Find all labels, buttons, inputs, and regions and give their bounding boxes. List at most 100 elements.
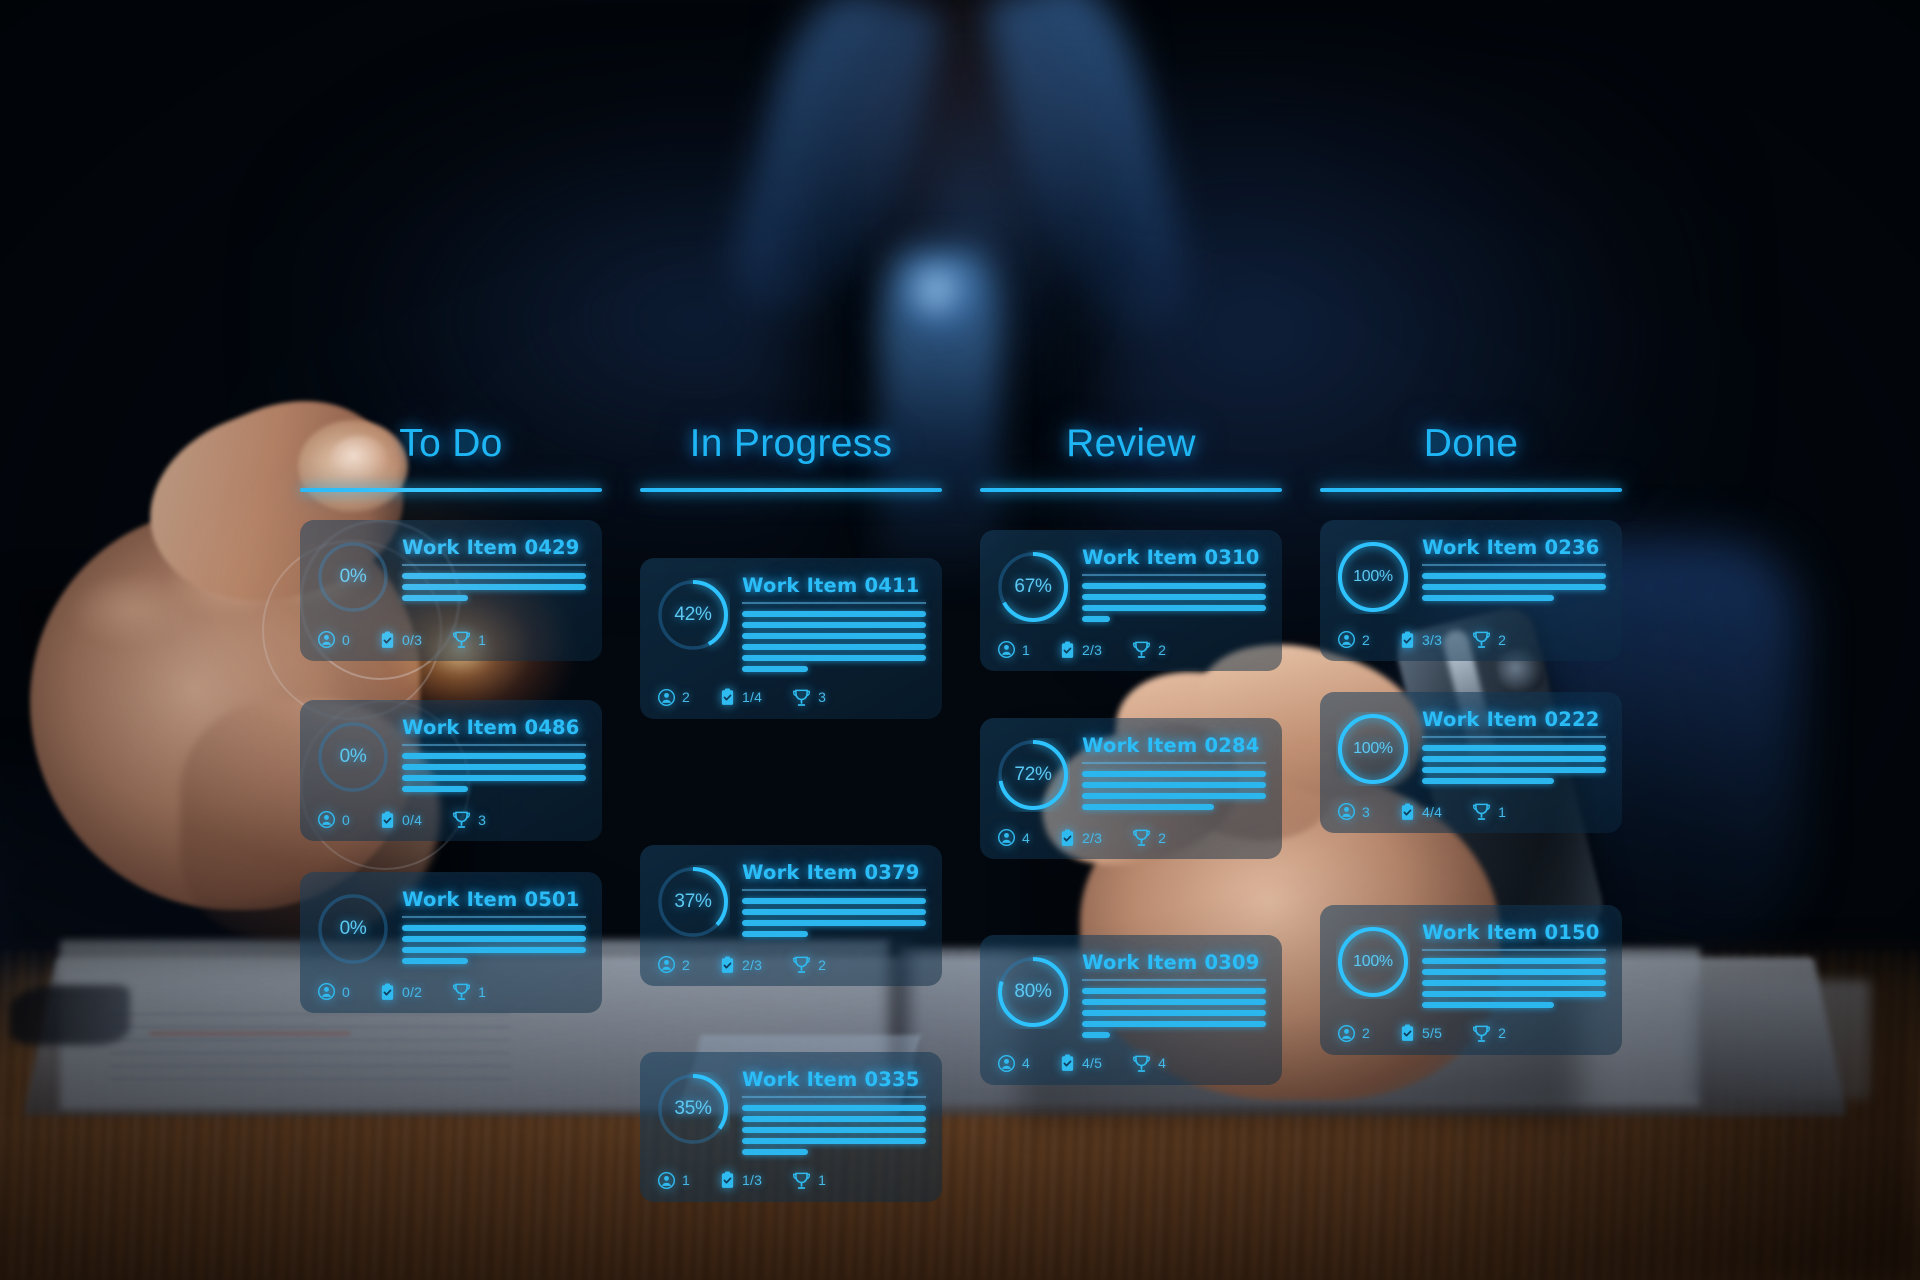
meta-assignee-count[interactable]: 0	[318, 631, 350, 648]
card-main: Work Item 0310	[1082, 546, 1266, 622]
meta-award-count[interactable]: 1	[1472, 802, 1506, 821]
user-icon	[1338, 631, 1355, 648]
column-header-in-progress[interactable]: In Progress	[640, 420, 942, 500]
description-line	[1082, 770, 1266, 777]
meta-checklist-count[interactable]: 2/3	[1060, 828, 1102, 847]
work-item-card[interactable]: 0% Work Item 0501 0 0/2 1	[300, 872, 602, 1013]
trophy-icon	[792, 1171, 811, 1190]
work-item-card[interactable]: 35% Work Item 0335 1 1/3 1	[640, 1052, 942, 1202]
work-item-card[interactable]: 72% Work Item 0284 4 2/3 2	[980, 718, 1282, 859]
meta-assignee-count[interactable]: 0	[318, 811, 350, 828]
card-description-lines	[1422, 744, 1606, 784]
meta-award-count[interactable]: 2	[1132, 828, 1166, 847]
description-line	[1082, 1009, 1266, 1016]
description-line	[742, 610, 926, 617]
meta-checklist-count[interactable]: 1/3	[720, 1171, 762, 1189]
meta-award-count[interactable]: 2	[1472, 1024, 1506, 1043]
meta-assignee-count[interactable]: 4	[998, 829, 1030, 846]
assignee-count-value: 2	[1362, 631, 1370, 648]
description-line	[1082, 987, 1266, 994]
card-meta-row: 3 4/4 1	[1336, 802, 1606, 821]
column-header-review[interactable]: Review	[980, 420, 1282, 500]
card-body: 42% Work Item 0411	[656, 574, 926, 672]
meta-checklist-count[interactable]: 4/4	[1400, 802, 1443, 821]
card-main: Work Item 0379	[742, 861, 926, 937]
description-line	[1422, 990, 1606, 997]
work-item-card[interactable]: 37% Work Item 0379 2 2/3 2	[640, 845, 942, 986]
meta-award-count[interactable]: 2	[1472, 630, 1506, 649]
work-item-card[interactable]: 42% Work Item 0411 2 1/4 3	[640, 558, 942, 719]
description-line	[402, 935, 586, 942]
meta-assignee-count[interactable]: 0	[318, 983, 350, 1000]
card-main: Work Item 0411	[742, 574, 926, 672]
progress-ring: 100%	[1336, 540, 1410, 614]
work-item-card[interactable]: 0% Work Item 0429 0 0/3 1	[300, 520, 602, 661]
description-line	[742, 1104, 926, 1111]
column-header-todo[interactable]: To Do	[300, 420, 602, 500]
meta-checklist-count[interactable]: 1/4	[720, 688, 762, 706]
work-item-card[interactable]: 100% Work Item 0236 2 3/3 2	[1320, 520, 1622, 661]
meta-assignee-count[interactable]: 2	[658, 688, 690, 706]
meta-assignee-count[interactable]: 2	[1338, 1024, 1370, 1042]
progress-percent-label: 72%	[1014, 764, 1052, 785]
checklist-count-value: 0/4	[402, 811, 423, 828]
meta-assignee-count[interactable]: 4	[998, 1054, 1030, 1072]
trophy-icon	[792, 955, 811, 974]
work-item-card[interactable]: 100% Work Item 0150 2 5/5 2	[1320, 905, 1622, 1055]
card-main: Work Item 0501	[402, 888, 586, 964]
card-title-underline	[742, 1096, 926, 1098]
meta-award-count[interactable]: 1	[452, 630, 486, 649]
checklist-count-value: 4/4	[1422, 803, 1443, 820]
award-count-value: 2	[1498, 1025, 1507, 1041]
card-title-underline	[402, 744, 586, 746]
description-line	[1422, 755, 1606, 762]
meta-award-count[interactable]: 2	[1132, 640, 1166, 659]
description-line	[742, 632, 926, 639]
checklist-count-value: 0/2	[402, 983, 423, 1000]
meta-checklist-count[interactable]: 5/5	[1400, 1024, 1442, 1042]
column-title: Done	[1423, 422, 1519, 465]
meta-checklist-count[interactable]: 2/3	[720, 955, 762, 974]
assignee-count-value: 2	[682, 689, 690, 705]
meta-checklist-count[interactable]: 0/3	[380, 630, 422, 649]
meta-award-count[interactable]: 1	[792, 1171, 826, 1190]
meta-checklist-count[interactable]: 0/2	[380, 982, 423, 1001]
progress-ring: 100%	[1336, 712, 1410, 786]
column-header-done[interactable]: Done	[1320, 420, 1622, 500]
meta-assignee-count[interactable]: 2	[1338, 631, 1370, 648]
card-main: Work Item 0335	[742, 1068, 926, 1155]
work-item-card[interactable]: 100% Work Item 0222 3 4/4 1	[1320, 692, 1622, 833]
trophy-icon	[452, 810, 471, 829]
meta-award-count[interactable]: 4	[1132, 1054, 1166, 1073]
meta-checklist-count[interactable]: 3/3	[1400, 630, 1442, 649]
card-description-lines	[1082, 770, 1266, 810]
user-icon	[1338, 803, 1355, 820]
work-item-card[interactable]: 80% Work Item 0309 4 4/5 4	[980, 935, 1282, 1085]
card-description-lines	[402, 752, 586, 792]
card-body: 100% Work Item 0150	[1336, 921, 1606, 1008]
description-line	[402, 752, 586, 759]
meta-award-count[interactable]: 3	[792, 688, 826, 707]
card-body: 0% Work Item 0486	[316, 716, 586, 794]
work-item-card[interactable]: 0% Work Item 0486 0 0/4 3	[300, 700, 602, 841]
card-title: Work Item 0411	[742, 574, 920, 597]
meta-checklist-count[interactable]: 4/5	[1060, 1054, 1102, 1072]
description-line	[1422, 572, 1606, 579]
award-count-value: 1	[818, 1172, 827, 1188]
meta-assignee-count[interactable]: 1	[998, 641, 1030, 658]
progress-ring: 42%	[656, 578, 730, 652]
description-line	[742, 665, 809, 672]
meta-award-count[interactable]: 1	[452, 982, 486, 1001]
meta-assignee-count[interactable]: 2	[658, 956, 690, 973]
user-icon	[658, 956, 675, 973]
meta-award-count[interactable]: 3	[452, 810, 486, 829]
meta-checklist-count[interactable]: 2/3	[1060, 640, 1102, 659]
award-count-value: 1	[478, 631, 487, 648]
card-title-underline	[402, 564, 586, 566]
meta-checklist-count[interactable]: 0/4	[380, 810, 423, 829]
work-item-card[interactable]: 67% Work Item 0310 1 2/3 2	[980, 530, 1282, 671]
trophy-icon	[1133, 1055, 1151, 1072]
meta-assignee-count[interactable]: 3	[1338, 803, 1370, 820]
meta-assignee-count[interactable]: 1	[658, 1171, 690, 1189]
meta-award-count[interactable]: 2	[792, 955, 826, 974]
